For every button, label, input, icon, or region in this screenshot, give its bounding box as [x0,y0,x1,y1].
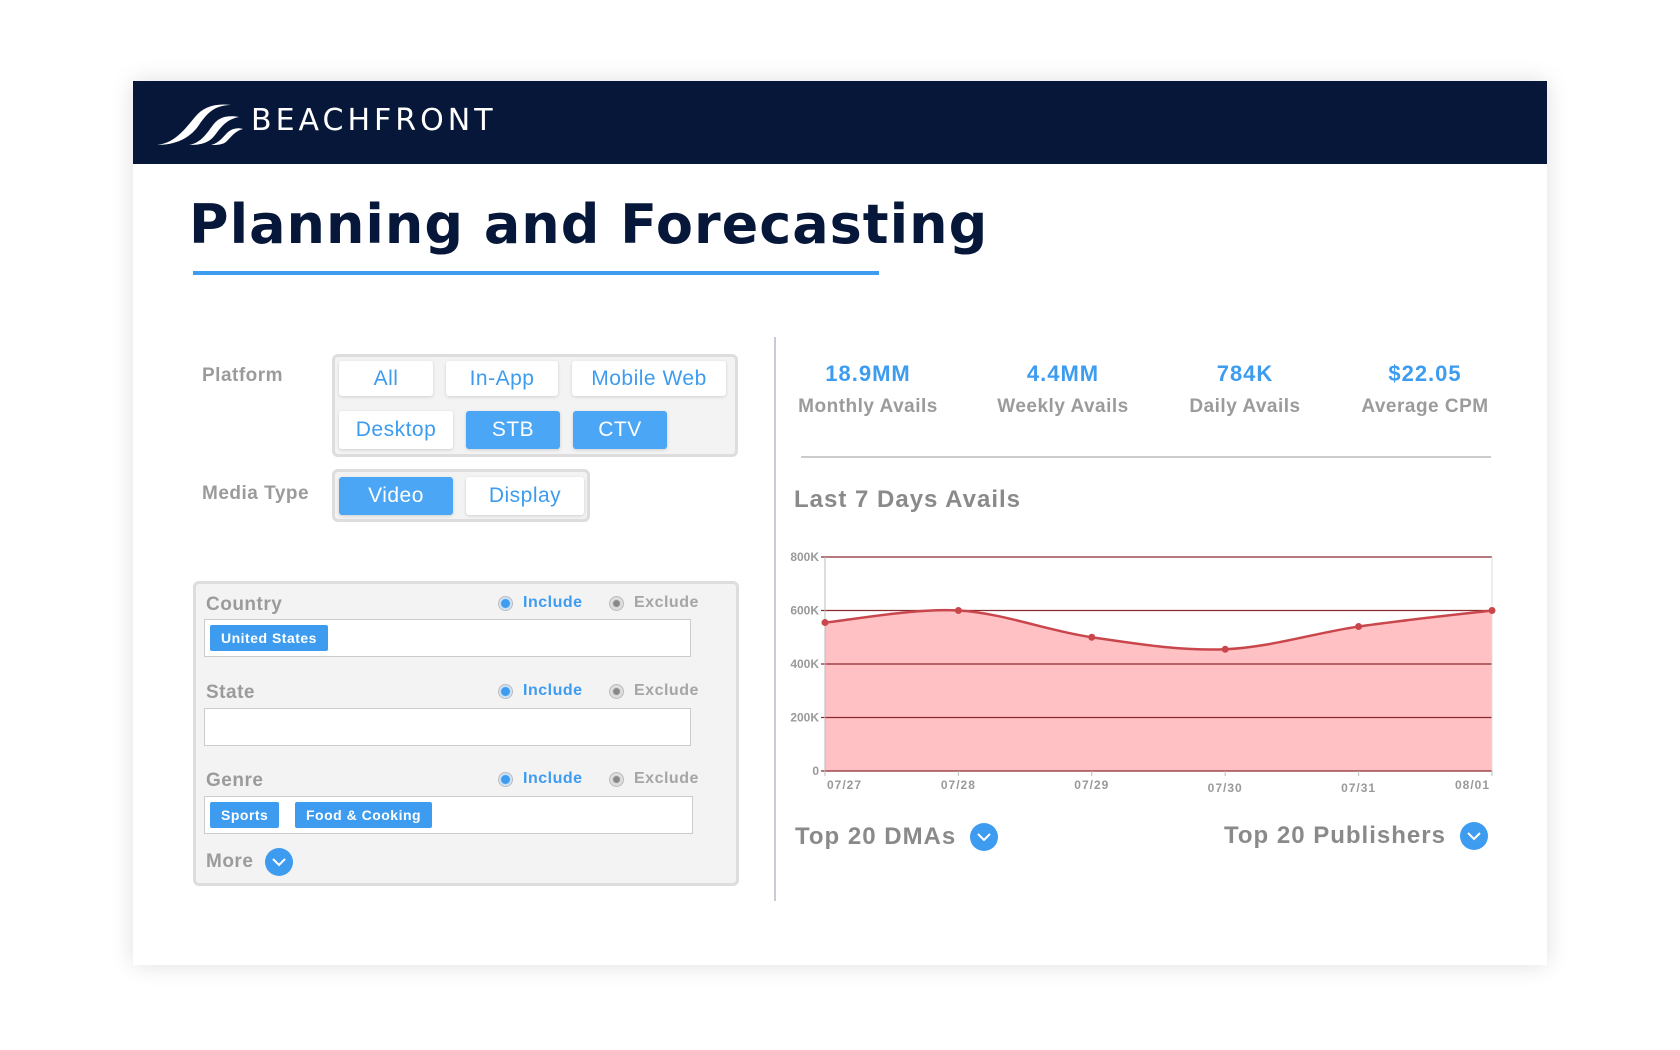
state-input[interactable] [204,708,691,746]
state-label: State [206,682,255,703]
more-label: More [206,851,254,872]
brand-name: BEACHFRONT [251,103,497,138]
stat-value: 18.9MM [825,361,911,386]
genre-tag-sports[interactable]: Sports [210,802,280,828]
top-header: BEACHFRONT [133,81,1547,164]
genre-input[interactable]: Sports Food & Cooking [204,796,693,834]
targeting-filters: Country Include Exclude United States St… [193,581,739,886]
radio-selected-icon [498,683,513,699]
stat-value: 784K [1216,361,1274,386]
more-toggle[interactable]: More [206,848,294,876]
chevron-down-icon[interactable] [1459,822,1488,850]
top-dmas-label: Top 20 DMAs [795,823,957,850]
genre-label: Genre [206,770,264,791]
genre-exclude-radio[interactable]: Exclude [609,770,699,788]
chart-title: Last 7 Days Avails [794,486,1022,513]
x-tick-label: 07/29 [1074,778,1109,792]
stat-value: 4.4MM [1026,361,1100,386]
y-tick-label: 400K [790,657,819,671]
area-fill [825,610,1492,771]
y-tick-label: 0 [812,764,819,778]
radio-unselected-icon [609,683,624,699]
stat-value: $22.05 [1388,361,1462,386]
stat-weekly-avails: 4.4MM Weekly Avails [973,361,1153,418]
x-tick-label: 07/28 [941,778,976,792]
top-publishers-label: Top 20 Publishers [1224,822,1446,849]
x-tick-label: 07/31 [1341,781,1376,795]
platform-stb-button[interactable]: STB [466,411,560,449]
stat-label: Average CPM [1361,396,1489,417]
country-label: Country [206,594,283,615]
state-include-radio[interactable]: Include [498,682,583,700]
radio-selected-icon [498,595,513,611]
stats-divider [801,456,1491,458]
include-label: Include [523,594,583,611]
data-point [1488,607,1496,614]
y-tick-label: 600K [790,604,819,618]
media-display-button[interactable]: Display [466,477,584,515]
y-tick-label: 200K [790,711,819,725]
stat-label: Weekly Avails [997,396,1129,417]
genre-include-radio[interactable]: Include [498,770,583,788]
platform-label: Platform [202,365,284,386]
exclude-label: Exclude [634,682,699,699]
radio-selected-icon [498,771,513,787]
platform-group: All In-App Mobile Web Desktop STB CTV [332,354,738,457]
media-type-group: Video Display [332,469,590,522]
stat-average-cpm: $22.05 Average CPM [1335,361,1515,418]
include-label: Include [523,682,583,699]
chevron-down-icon[interactable] [970,823,999,851]
country-include-radio[interactable]: Include [498,594,583,612]
exclude-label: Exclude [634,770,699,787]
media-video-button[interactable]: Video [339,477,453,515]
platform-ctv-button[interactable]: CTV [573,411,667,449]
platform-all-button[interactable]: All [339,361,433,396]
genre-tag-food-cooking[interactable]: Food & Cooking [295,802,433,828]
exclude-label: Exclude [634,594,699,611]
radio-unselected-icon [609,771,624,787]
page-title: Planning and Forecasting [189,193,989,256]
platform-mobile-web-button[interactable]: Mobile Web [572,361,726,396]
country-exclude-radio[interactable]: Exclude [609,594,699,612]
data-point [1221,645,1229,653]
platform-in-app-button[interactable]: In-App [446,361,558,396]
stat-monthly-avails: 18.9MM Monthly Avails [778,361,958,418]
top-dmas-toggle[interactable]: Top 20 DMAs [795,823,999,851]
app-card: BEACHFRONT Planning and Forecasting Plat… [133,81,1547,965]
title-underline [193,271,879,275]
x-tick-label: 07/30 [1208,781,1243,795]
chevron-down-icon[interactable] [265,848,294,876]
data-point [954,607,962,614]
state-exclude-radio[interactable]: Exclude [609,682,699,700]
y-tick-label: 800K [790,550,819,564]
x-tick-label: 08/01 [1455,778,1490,792]
stat-daily-avails: 784K Daily Avails [1155,361,1335,418]
avails-area-chart: 0 200K 400K 600K 800K 07/27 07/28 07/29 07/30 07/… [790,550,1496,795]
data-point [1355,623,1363,631]
country-tag[interactable]: United States [210,625,328,651]
data-point [1088,633,1096,641]
stat-label: Daily Avails [1189,396,1301,417]
data-point [821,619,829,627]
x-tick-label: 07/27 [827,778,862,792]
top-publishers-toggle[interactable]: Top 20 Publishers [1224,822,1488,850]
platform-desktop-button[interactable]: Desktop [339,411,453,449]
include-label: Include [523,770,583,787]
stat-label: Monthly Avails [798,396,938,417]
country-input[interactable]: United States [204,619,691,657]
media-type-label: Media Type [202,483,310,504]
beachfront-logo-icon [157,104,243,145]
radio-unselected-icon [609,595,624,611]
